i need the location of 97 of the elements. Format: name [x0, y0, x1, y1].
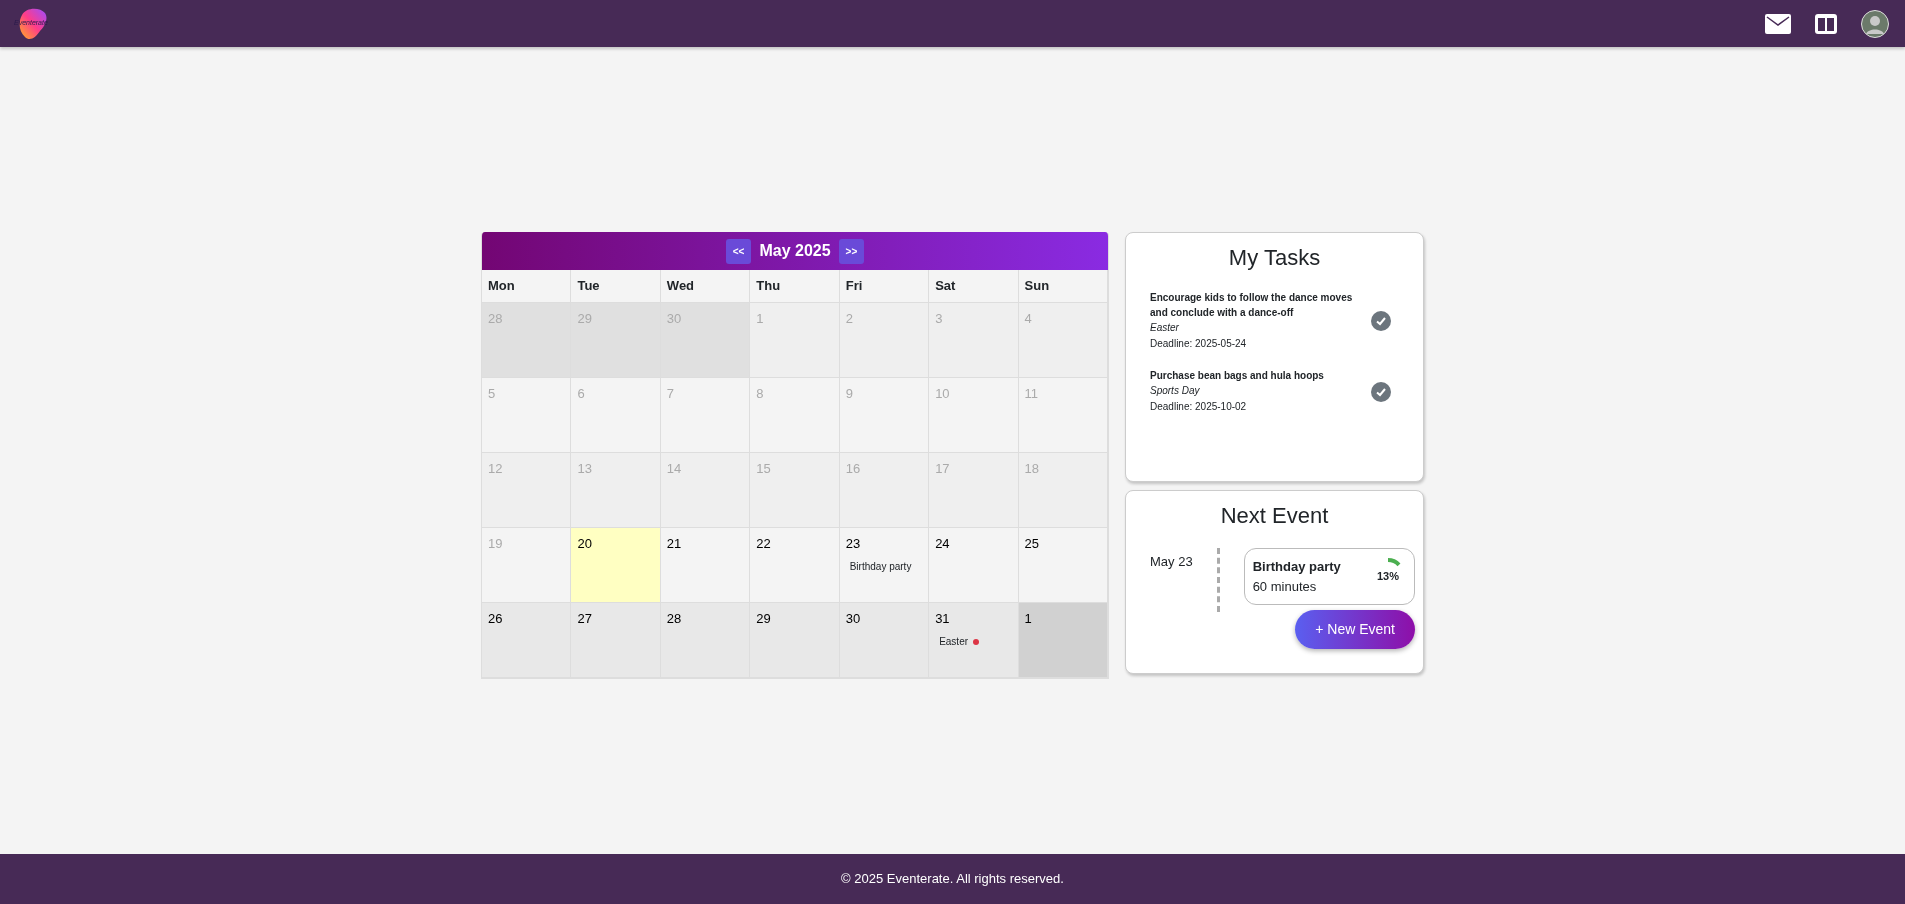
day-cell[interactable]: 2 [839, 302, 930, 378]
day-number: 22 [756, 534, 772, 553]
day-number: 14 [666, 459, 683, 478]
day-cell[interactable]: 29 [750, 602, 840, 678]
day-cell[interactable]: 22 [750, 527, 840, 603]
day-number: 9 [845, 384, 854, 403]
day-number: 20 [577, 534, 593, 553]
columns-icon[interactable] [1815, 13, 1837, 34]
day-number: 2 [845, 309, 854, 328]
check-icon[interactable] [1371, 381, 1391, 402]
day-cell[interactable]: 1 [750, 302, 840, 378]
weekday-header: Fri [839, 270, 930, 303]
day-cell[interactable]: 31 Easter [929, 602, 1019, 678]
day-cell[interactable]: 24 [929, 527, 1019, 603]
weekday-header: Thu [750, 270, 840, 303]
day-cell[interactable]: 21 [660, 527, 751, 603]
day-cell[interactable]: 5 [482, 377, 572, 453]
panel-title: Next Event [1219, 502, 1330, 530]
day-cell[interactable]: 10 [929, 377, 1019, 453]
day-cell[interactable]: 1 [1018, 602, 1108, 678]
day-number: 10 [935, 384, 951, 403]
event-date: May 23 [1150, 553, 1193, 571]
day-cell[interactable]: 20 [571, 527, 661, 603]
day-number: 5 [488, 384, 497, 403]
month-title: May 2025 [758, 241, 832, 261]
day-cell[interactable]: 14 [660, 452, 751, 528]
day-number: 30 [845, 609, 862, 628]
day-number: 31 [935, 609, 951, 628]
event-name: Birthday party [1252, 558, 1341, 576]
day-number: 25 [1024, 534, 1041, 553]
day-number: 27 [577, 609, 593, 628]
day-number: 3 [935, 309, 944, 328]
day-number: 1 [1024, 609, 1033, 628]
day-cell[interactable]: 18 [1018, 452, 1108, 528]
day-number: 17 [935, 459, 951, 478]
event-card[interactable]: Birthday party 60 minutes 13% [1243, 548, 1415, 605]
weekday-header: Sat [929, 270, 1019, 303]
day-number: 16 [845, 459, 862, 478]
day-cell[interactable]: 19 [482, 527, 572, 603]
day-cell[interactable]: 23 Birthday party [839, 527, 930, 603]
timeline-line [1216, 548, 1220, 612]
new-event-button[interactable]: + New Event [1295, 610, 1415, 649]
progress-percent: 13% [1376, 569, 1400, 584]
day-number: 26 [488, 609, 504, 628]
day-cell[interactable]: 27 [571, 602, 661, 678]
day-number: 8 [756, 384, 765, 403]
check-icon[interactable] [1371, 311, 1391, 331]
task-event: Sports Day [1150, 384, 1201, 398]
next-month-button[interactable]: >> [838, 238, 865, 264]
day-cell[interactable]: 9 [839, 377, 930, 453]
day-number: 23 [845, 534, 862, 553]
day-number: 29 [756, 609, 772, 628]
day-number: 21 [666, 534, 683, 553]
day-cell[interactable]: 4 [1018, 302, 1108, 378]
day-number: 7 [666, 384, 676, 403]
previous-month-button[interactable]: << [725, 238, 752, 264]
day-cell[interactable]: 26 [482, 602, 572, 678]
day-cell[interactable]: 25 [1018, 527, 1108, 603]
task-deadline: Deadline: 2025-05-24 [1150, 337, 1248, 351]
avatar-icon[interactable] [1861, 9, 1889, 38]
event-duration: 60 minutes [1252, 577, 1318, 596]
day-cell[interactable]: 8 [750, 377, 840, 453]
day-cell[interactable]: 11 [1018, 377, 1108, 453]
task-deadline: Deadline: 2025-10-02 [1150, 400, 1248, 414]
day-number: 12 [488, 459, 504, 478]
weekday-header: Sun [1018, 270, 1108, 303]
day-cell[interactable]: 7 [660, 377, 751, 453]
event-label[interactable]: Birthday party [849, 559, 912, 574]
day-cell[interactable]: 16 [839, 452, 930, 528]
day-number: 11 [1024, 384, 1040, 403]
day-number: 4 [1024, 309, 1033, 328]
day-number: 1 [756, 309, 765, 328]
weekday-header: Tue [571, 270, 661, 303]
day-cell[interactable]: 6 [571, 377, 661, 453]
task-title: Purchase bean bags and hula hoops [1150, 369, 1325, 383]
mail-icon[interactable] [1765, 13, 1791, 34]
day-cell[interactable]: 15 [750, 452, 840, 528]
day-cell[interactable]: 30 [839, 602, 930, 678]
day-number: 13 [577, 459, 593, 478]
day-number: 6 [577, 384, 586, 403]
task-title: Encourage kids to follow the dance moves and conclude with a dance-off [1150, 291, 1354, 320]
day-cell[interactable]: 13 [571, 452, 661, 528]
task-event: Easter [1150, 321, 1180, 335]
event-label[interactable]: Easter [939, 634, 980, 649]
day-number: 15 [756, 459, 772, 478]
day-number: 28 [666, 609, 683, 628]
copyright-text: © 2025 Eventerate. All rights reserved. [841, 870, 1064, 889]
day-cell[interactable]: 12 [482, 452, 572, 528]
panel-title: My Tasks [1227, 244, 1322, 272]
weekday-header: Mon [482, 270, 572, 303]
day-number: 18 [1024, 459, 1041, 478]
day-number: 19 [488, 534, 504, 553]
day-cell[interactable]: 28 [660, 602, 751, 678]
day-cell[interactable]: 17 [929, 452, 1019, 528]
day-number: 24 [935, 534, 951, 553]
day-cell[interactable]: 3 [929, 302, 1019, 378]
weekday-header: Wed [660, 270, 751, 303]
